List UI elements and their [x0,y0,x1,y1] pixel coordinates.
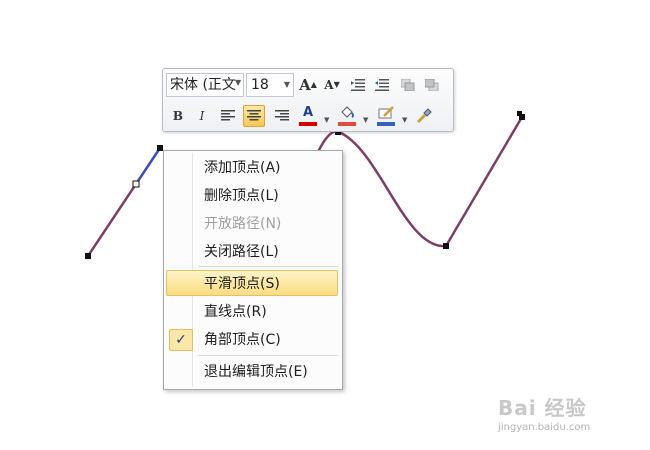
menu-item-open-path: 开放路径(N) [166,211,338,237]
font-color-icon: A [302,105,314,120]
bring-forward-icon [401,79,415,91]
vertex-context-menu: 添加顶点(A) 删除顶点(L) 开放路径(N) 关闭路径(L) 平滑顶点(S) … [163,150,343,390]
decrease-indent-button[interactable] [347,74,369,96]
menu-item-label: 直线点(R) [204,304,267,320]
italic-button[interactable]: I [191,105,213,127]
vertex-handle[interactable] [443,243,449,249]
font-size-value: 18 [251,77,269,93]
outline-color-button[interactable] [375,104,397,126]
bold-button[interactable]: B [167,105,189,127]
italic-icon: I [199,109,205,123]
format-painter-button[interactable] [413,105,435,127]
menu-item-straight-point[interactable]: 直线点(R) [166,299,338,325]
align-center-icon [247,110,261,121]
increase-indent-button[interactable] [371,74,393,96]
outline-color-swatch [377,122,395,126]
font-color-dropdown-arrow-icon[interactable]: ▼ [324,116,329,124]
font-size-dropdown[interactable]: 18 ▼ [246,73,294,97]
shrink-font-icon: A [324,78,334,92]
format-painter-icon [416,108,432,124]
vertex-handle[interactable] [517,111,522,116]
send-backward-icon [425,79,439,91]
menu-item-corner-point[interactable]: ✓ 角部顶点(C) [166,327,338,353]
baidu-watermark: Bai 经验 jingyan.baidu.com [498,392,648,447]
control-point-handle[interactable] [132,180,140,188]
checkmark-icon: ✓ [169,329,193,351]
pen-outline-icon [378,106,394,119]
fill-color-button[interactable] [336,104,358,126]
font-color-button[interactable]: A [297,104,319,126]
align-left-button[interactable] [217,105,239,127]
align-left-icon [221,110,235,121]
font-size-dropdown-arrow-icon[interactable]: ▼ [284,74,290,96]
outline-color-dropdown-arrow-icon[interactable]: ▼ [402,116,407,124]
grow-arrow-icon: ▲ [310,80,317,89]
mini-toolbar: 宋体 (正文 ▼ 18 ▼ A▲ A▼ B I A ▼ ▼ ▼ [162,68,454,132]
edit-segment [135,147,161,185]
menu-item-smooth-point[interactable]: 平滑顶点(S) [166,270,338,296]
menu-item-add-vertex[interactable]: 添加顶点(A) [166,155,338,181]
menu-item-exit-edit-points[interactable]: 退出编辑顶点(E) [166,359,338,385]
menu-item-close-path[interactable]: 关闭路径(L) [166,239,338,265]
bring-forward-button [397,74,419,96]
font-name-dropdown-arrow-icon[interactable]: ▼ [235,78,241,87]
increase-indent-icon [375,79,389,91]
shrink-arrow-icon: ▼ [333,80,340,89]
grow-font-icon: A [299,76,311,94]
menu-separator [198,355,338,357]
menu-item-label: 平滑顶点(S) [204,276,280,292]
menu-item-label: 添加顶点(A) [204,160,281,176]
align-right-button[interactable] [271,105,293,127]
shrink-font-button[interactable]: A▼ [321,74,343,96]
font-color-swatch [299,122,317,126]
menu-item-label: 关闭路径(L) [204,244,279,260]
watermark-url: jingyan.baidu.com [498,422,591,433]
decrease-indent-icon [351,79,365,91]
watermark-logo-text: Bai 经验 [498,396,587,420]
send-backward-button [421,74,443,96]
bold-icon: B [172,109,184,123]
font-name-dropdown[interactable]: 宋体 (正文 [166,73,244,97]
fill-color-dropdown-arrow-icon[interactable]: ▼ [363,116,368,124]
menu-item-label: 删除顶点(L) [204,188,279,204]
font-name-value: 宋体 (正文 [170,77,236,93]
vertex-handle[interactable] [85,253,91,259]
align-right-icon [275,110,289,121]
menu-item-label: 退出编辑顶点(E) [204,364,308,380]
menu-item-delete-vertex[interactable]: 删除顶点(L) [166,183,338,209]
grow-font-button[interactable]: A▲ [297,74,319,96]
fill-color-swatch [338,122,356,126]
paint-bucket-icon [341,106,354,118]
menu-item-label: 角部顶点(C) [204,332,281,348]
align-center-button[interactable] [243,105,265,127]
menu-separator [198,266,338,268]
menu-item-label: 开放路径(N) [204,216,282,232]
